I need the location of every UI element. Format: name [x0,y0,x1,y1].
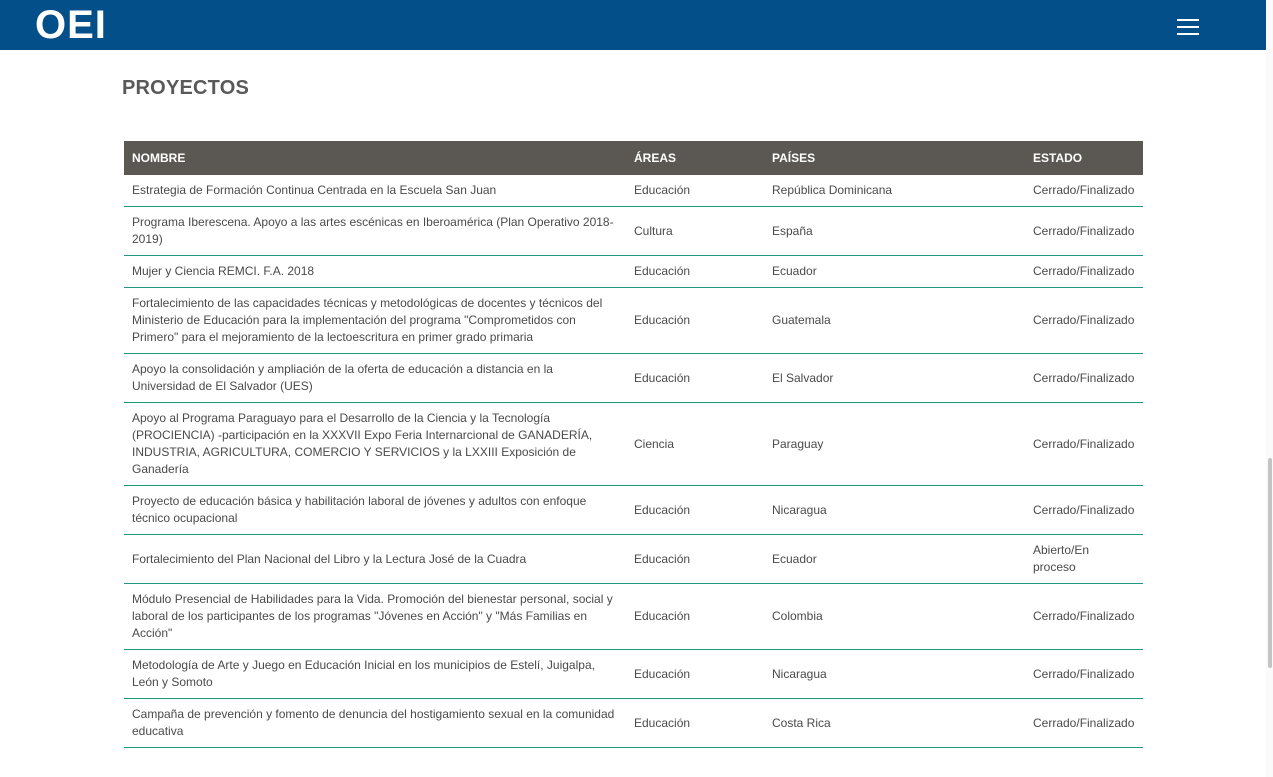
project-area: Educación [626,175,764,207]
project-status: Cerrado/Finalizado [1025,287,1143,354]
table-row[interactable]: Apoyo al Programa Paraguayo para el Desa… [124,402,1143,486]
project-name[interactable]: Proyecto de educación básica y habilitac… [124,485,626,535]
project-country: Colombia [764,583,1025,650]
project-status: Cerrado/Finalizado [1025,698,1143,748]
project-name[interactable]: Apoyo la consolidación y ampliación de l… [124,353,626,403]
top-navigation-bar: OEI [0,0,1266,50]
project-area: Educación [626,698,764,748]
project-country: República Dominicana [764,175,1025,207]
project-status: Cerrado/Finalizado [1025,402,1143,486]
table-row[interactable]: Mujer y Ciencia REMCI. F.A. 2018 Educaci… [124,255,1143,288]
project-area: Educación [626,485,764,535]
project-country: Guatemala [764,287,1025,354]
project-status: Cerrado/Finalizado [1025,255,1143,288]
project-area: Cultura [626,206,764,256]
project-area: Educación [626,287,764,354]
hamburger-menu-icon[interactable] [1175,17,1201,37]
table-row[interactable]: Programa Iberescena. Apoyo a las artes e… [124,206,1143,256]
project-name[interactable]: Módulo Presencial de Habilidades para la… [124,583,626,650]
project-name[interactable]: Estrategia de Formación Continua Centrad… [124,175,626,207]
project-country: Ecuador [764,534,1025,584]
project-name[interactable]: Metodología de Arte y Juego en Educación… [124,649,626,699]
table-row[interactable]: Fortalecimiento de las capacidades técni… [124,287,1143,354]
project-area: Educación [626,583,764,650]
project-status: Cerrado/Finalizado [1025,206,1143,256]
oei-logo[interactable]: OEI [35,5,107,45]
project-name[interactable]: Apoyo al Programa Paraguayo para el Desa… [124,402,626,486]
table-row[interactable]: Proyecto de educación básica y habilitac… [124,485,1143,535]
project-status: Cerrado/Finalizado [1025,175,1143,207]
table-row[interactable]: Apoyo la consolidación y ampliación de l… [124,353,1143,403]
column-header-area[interactable]: ÁREAS [626,141,764,175]
project-country: España [764,206,1025,256]
project-status: Cerrado/Finalizado [1025,485,1143,535]
table-row[interactable]: Metodología de Arte y Juego en Educación… [124,649,1143,699]
page-title: PROYECTOS [122,77,250,99]
table-row[interactable]: Fortalecimiento del Plan Nacional del Li… [124,534,1143,584]
project-status: Cerrado/Finalizado [1025,649,1143,699]
project-name[interactable]: Programa Iberescena. Apoyo a las artes e… [124,206,626,256]
project-area: Educación [626,649,764,699]
scrollbar-thumb[interactable] [1268,458,1272,668]
project-area: Educación [626,534,764,584]
project-area: Ciencia [626,402,764,486]
projects-table: NOMBRE ÁREAS PAÍSES ESTADO Estrategia de… [124,141,1143,748]
project-area: Educación [626,353,764,403]
project-name[interactable]: Fortalecimiento de las capacidades técni… [124,287,626,354]
project-area: Educación [626,255,764,288]
project-country: El Salvador [764,353,1025,403]
project-country: Ecuador [764,255,1025,288]
table-row[interactable]: Campaña de prevención y fomento de denun… [124,698,1143,748]
column-header-country[interactable]: PAÍSES [764,141,1025,175]
project-country: Nicaragua [764,649,1025,699]
column-header-status[interactable]: ESTADO [1025,141,1143,175]
table-row[interactable]: Módulo Presencial de Habilidades para la… [124,583,1143,650]
project-name[interactable]: Mujer y Ciencia REMCI. F.A. 2018 [124,255,626,288]
column-header-name[interactable]: NOMBRE [124,141,626,175]
table-header-row: NOMBRE ÁREAS PAÍSES ESTADO [124,141,1143,175]
table-row[interactable]: Estrategia de Formación Continua Centrad… [124,175,1143,207]
project-country: Nicaragua [764,485,1025,535]
project-status: Abierto/En proceso [1025,534,1143,584]
project-name[interactable]: Campaña de prevención y fomento de denun… [124,698,626,748]
project-country: Paraguay [764,402,1025,486]
project-country: Costa Rica [764,698,1025,748]
project-status: Cerrado/Finalizado [1025,583,1143,650]
project-status: Cerrado/Finalizado [1025,353,1143,403]
project-name[interactable]: Fortalecimiento del Plan Nacional del Li… [124,534,626,584]
